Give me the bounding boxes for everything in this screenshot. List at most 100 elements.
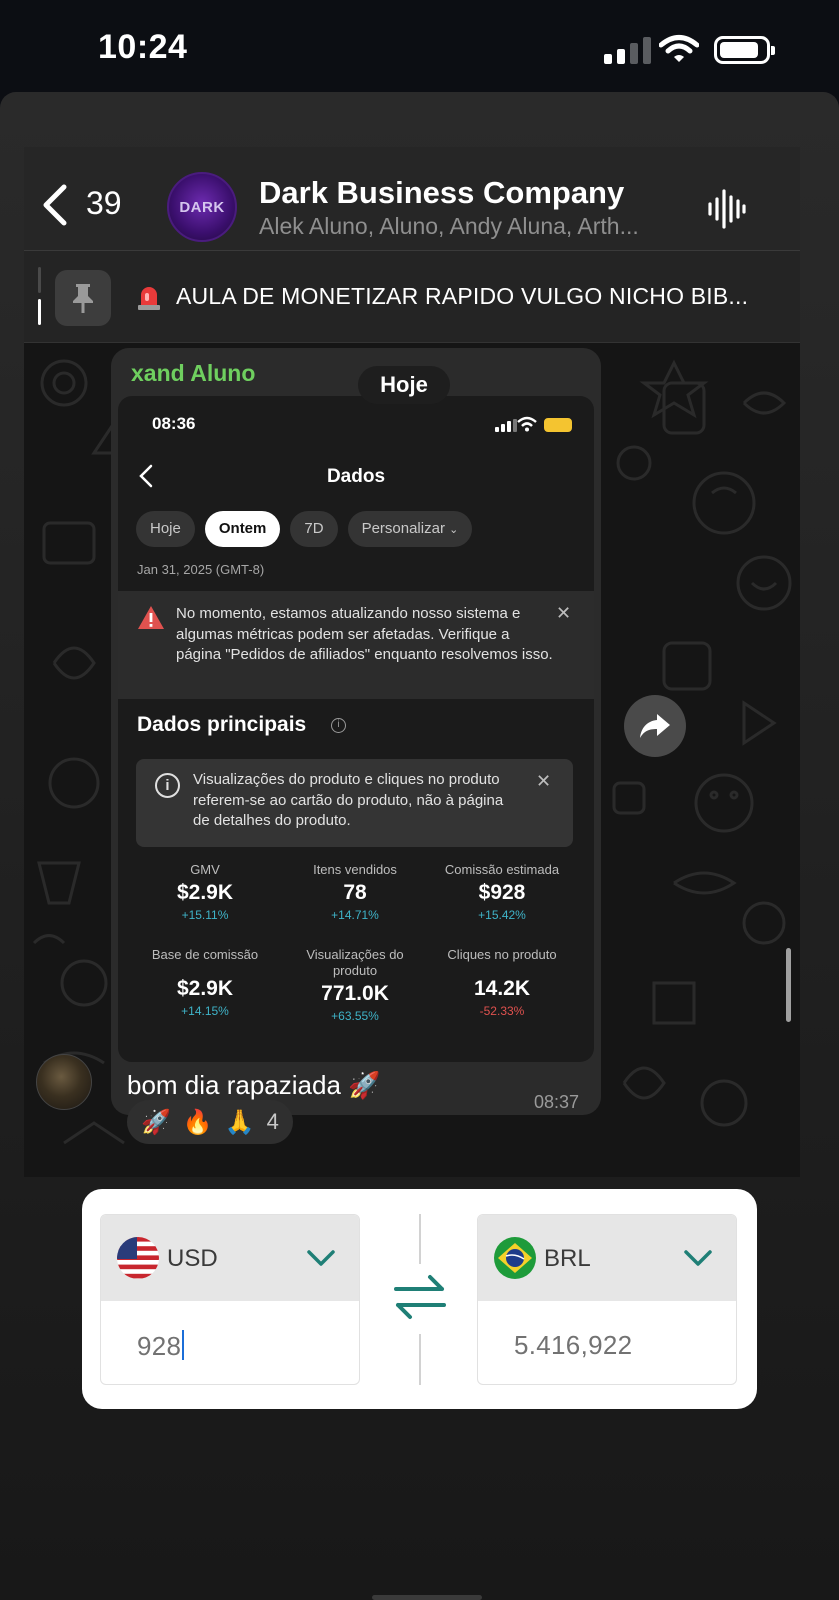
info-icon: i [331, 718, 346, 733]
metric-visualizacoes: Visualizações do produto 771.0K +63.55% [275, 947, 435, 1023]
reaction-fire[interactable]: 🔥 [183, 1108, 213, 1137]
wifi-icon [659, 35, 699, 62]
back-chevron-icon[interactable] [40, 183, 70, 227]
to-currency-select[interactable]: BRL [478, 1215, 736, 1301]
group-title[interactable]: Dark Business Company [259, 175, 624, 211]
divider-bottom [419, 1334, 421, 1385]
warning-icon [138, 606, 164, 629]
inner-battery-icon [544, 418, 572, 432]
metric-label: Itens vendidos [313, 862, 397, 877]
siren-icon [138, 287, 160, 310]
metric-value: 14.2K [473, 977, 531, 1000]
avatar[interactable] [36, 1054, 92, 1110]
brazil-flag-icon [494, 1237, 536, 1279]
voice-chat-icon[interactable] [706, 189, 746, 229]
metric-gmv: GMV $2.9K +15.11% [125, 862, 285, 922]
metric-change: +14.71% [331, 908, 379, 922]
metric-label: Base de comissão [151, 947, 259, 962]
divider-top [419, 1214, 421, 1264]
metric-change: +15.42% [478, 908, 526, 922]
scroll-indicator[interactable] [786, 948, 791, 1022]
section-title: Dados principais [137, 713, 307, 736]
reactions-bar[interactable]: 🚀 🔥 🙏 4 [127, 1100, 293, 1144]
pin-icon [73, 284, 93, 313]
attached-image[interactable]: 08:36 Dados Hoje Ontem 7D Personalizar ⌄… [118, 396, 594, 1062]
sender-name[interactable]: xand Aluno [131, 360, 255, 387]
to-currency-code: BRL [544, 1245, 591, 1272]
cellular-signal-icon [604, 36, 651, 64]
home-indicator[interactable] [372, 1595, 482, 1600]
metric-cliques: Cliques no produto 14.2K -52.33% [422, 947, 582, 1018]
to-amount-output[interactable]: 5.416,922 [514, 1330, 632, 1361]
pin-indicator [38, 267, 41, 327]
pinned-message-text: AULA DE MONETIZAR RAPIDO VULGO NICHO BIB… [176, 283, 749, 309]
chevron-down-icon [307, 1250, 335, 1266]
metric-change: -52.33% [479, 1004, 525, 1018]
metric-itens-vendidos: Itens vendidos 78 +14.71% [275, 862, 435, 922]
chip-7d: 7D [290, 511, 338, 547]
us-flag-icon [117, 1237, 159, 1279]
message-time: 08:37 [533, 1092, 579, 1112]
date-filter-chips: Hoje Ontem 7D Personalizar ⌄ [136, 511, 473, 547]
metric-change: +14.15% [181, 1004, 229, 1018]
close-icon: ✕ [536, 771, 552, 791]
to-currency-box: BRL 5.416,922 [477, 1214, 737, 1385]
metric-value: 771.0K [321, 982, 389, 1005]
group-avatar[interactable]: DARK [167, 172, 237, 242]
warning-banner: No momento, estamos atualizando nosso si… [118, 591, 594, 699]
from-amount-input[interactable]: 928 [137, 1330, 185, 1362]
chat-header: 39 DARK Dark Business Company Alek Aluno… [24, 147, 800, 251]
metric-base-comissao: Base de comissão $2.9K +14.15% [125, 947, 285, 1018]
chip-personalizar-label: Personalizar [361, 520, 445, 537]
from-currency-select[interactable]: USD [101, 1215, 359, 1301]
chat-screenshot: 39 DARK Dark Business Company Alek Aluno… [24, 147, 800, 1177]
chip-personalizar: Personalizar ⌄ [347, 511, 473, 547]
metric-value: 78 [343, 881, 367, 904]
from-amount-value: 928 [137, 1331, 182, 1361]
reaction-pray[interactable]: 🙏 [225, 1108, 255, 1137]
metric-change: +63.55% [331, 1009, 379, 1023]
from-currency-box: USD 928 [100, 1214, 360, 1385]
share-arrow-icon [640, 714, 670, 738]
chip-hoje: Hoje [136, 511, 195, 547]
close-icon: ✕ [556, 603, 572, 623]
inner-date: Jan 31, 2025 (GMT-8) [137, 562, 265, 577]
pin-button[interactable] [55, 270, 111, 326]
reaction-count: 4 [266, 1109, 279, 1134]
date-pill: Hoje [358, 366, 450, 404]
metric-value: $2.9K [176, 881, 234, 904]
from-currency-code: USD [167, 1245, 218, 1272]
pinned-message-bar[interactable]: AULA DE MONETIZAR RAPIDO VULGO NICHO BIB… [24, 251, 800, 343]
info-text: Visualizações do produto e cliques no pr… [193, 771, 504, 829]
chat-area: xand Aluno 08:36 Dados Hoje Ontem 7D Per… [24, 343, 800, 1177]
status-bar: 10:24 [0, 0, 839, 95]
status-time: 10:24 [98, 28, 188, 66]
metric-comissao-estimada: Comissão estimada $928 +15.42% [422, 862, 582, 922]
group-members: Alek Aluno, Aluno, Andy Aluna, Arth... [259, 213, 639, 239]
info-banner: i Visualizações do produto e cliques no … [136, 759, 573, 847]
metric-label: GMV [190, 862, 220, 877]
metric-label: Visualizações do produto [306, 947, 404, 978]
metric-value: $928 [478, 881, 526, 904]
inner-signal-icon [495, 419, 517, 432]
metric-label: Comissão estimada [444, 862, 560, 877]
metric-change: +15.11% [181, 908, 229, 922]
message-caption: bom dia rapaziada 🚀 [127, 1070, 381, 1100]
reaction-rocket[interactable]: 🚀 [141, 1108, 171, 1137]
swap-icon[interactable] [392, 1271, 448, 1323]
group-avatar-label: DARK [179, 198, 225, 216]
metric-value: $2.9K [176, 977, 234, 1000]
metric-label: Cliques no produto [447, 947, 557, 962]
inner-page-title: Dados [326, 466, 386, 487]
unread-count[interactable]: 39 [86, 185, 122, 222]
currency-converter: USD 928 BRL 5.416,922 [82, 1189, 757, 1409]
inner-wifi-icon [517, 416, 537, 432]
text-caret [182, 1330, 185, 1360]
inner-status-time: 08:36 [152, 414, 196, 433]
info-circle-icon: i [155, 773, 180, 798]
share-button[interactable] [624, 695, 686, 757]
chevron-down-icon: ⌄ [449, 524, 459, 536]
message-bubble[interactable]: xand Aluno 08:36 Dados Hoje Ontem 7D Per… [111, 348, 601, 1115]
warning-text: No momento, estamos atualizando nosso si… [176, 605, 553, 663]
chip-ontem: Ontem [204, 511, 281, 547]
